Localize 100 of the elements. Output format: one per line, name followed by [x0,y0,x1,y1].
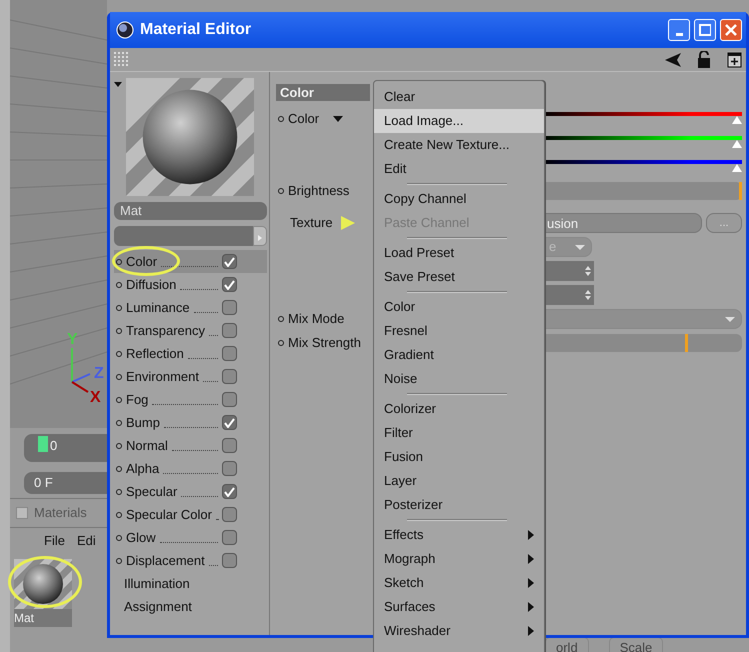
lock-icon[interactable] [697,51,711,68]
param-label: Mix Mode [288,310,344,328]
channel-item[interactable]: Transparency [114,319,267,342]
channel-item[interactable]: Environment [114,365,267,388]
axis-label: Y [67,331,78,348]
caret-icon [575,244,585,250]
menu-item[interactable]: Create New Texture... [374,133,544,157]
keyframe-bullet-icon[interactable] [116,512,122,518]
channel-item[interactable]: Specular [114,480,267,503]
axis-gizmo-icon [71,348,90,393]
frame-field[interactable]: 0 F [24,472,107,494]
channel-checkbox[interactable] [222,438,237,453]
maximize-button[interactable] [694,19,716,41]
channel-item[interactable]: Luminance [114,296,267,319]
channel-checkbox[interactable] [222,323,237,338]
panel-checkbox[interactable] [16,506,28,519]
menu-item[interactable]: Surfaces [374,595,544,619]
menu-item[interactable]: Noise [374,367,544,391]
keyframe-bullet-icon[interactable] [278,340,284,346]
playhead-marker[interactable] [38,436,48,452]
menu-item[interactable]: Edi [76,530,96,550]
channel-checkbox[interactable] [222,553,237,568]
channel-checkbox[interactable] [222,484,237,499]
keyframe-bullet-icon[interactable] [116,488,122,494]
menu-item[interactable]: Wireshader [374,619,544,643]
keyframe-bullet-icon[interactable] [116,350,122,356]
channel-checkbox[interactable] [222,346,237,361]
menu-item[interactable]: Fresnel [374,319,544,343]
keyframe-bullet-icon[interactable] [278,116,284,122]
slider-thumb[interactable] [732,116,742,124]
keyframe-bullet-icon[interactable] [278,316,284,322]
menu-item[interactable]: Fusion [374,445,544,469]
channel-item[interactable]: Reflection [114,342,267,365]
submenu-arrow-icon [528,602,534,612]
channel-item[interactable]: Bump [114,411,267,434]
timeline[interactable]: 0 [24,434,107,462]
channel-checkbox[interactable] [222,461,237,476]
back-arrow-icon[interactable] [665,52,681,66]
keyframe-bullet-icon[interactable] [116,328,122,334]
menu-item[interactable]: Effects [374,523,544,547]
menu-item[interactable]: Save Preset [374,265,544,289]
menu-item[interactable]: Gradient [374,343,544,367]
channel-checkbox[interactable] [222,254,237,269]
menu-item[interactable]: Posterizer [374,493,544,517]
channel-item[interactable]: Color [114,250,267,273]
channel-checkbox[interactable] [222,277,237,292]
channel-item[interactable]: Alpha [114,457,267,480]
keyframe-bullet-icon[interactable] [116,374,122,380]
keyframe-bullet-icon[interactable] [278,188,284,194]
close-button[interactable] [720,19,742,41]
keyframe-bullet-icon[interactable] [116,282,122,288]
channel-item[interactable]: Fog [114,388,267,411]
frame-number: 0 [50,437,58,455]
dropdown-arrow-icon [114,82,122,87]
menu-item[interactable]: Copy Channel [374,187,544,211]
keyframe-bullet-icon[interactable] [116,442,122,448]
channel-checkbox[interactable] [222,415,237,430]
param-label: Color [288,110,320,128]
menu-item[interactable]: Load Preset [374,241,544,265]
submenu-arrow-icon [528,578,534,588]
keyframe-bullet-icon[interactable] [116,558,122,564]
param-label: Mix Strength [288,334,361,352]
keyframe-bullet-icon[interactable] [116,420,122,426]
menu-item[interactable]: Colorizer [374,397,544,421]
menu-item[interactable]: Layer [374,469,544,493]
minimize-button[interactable] [668,19,690,41]
channel-checkbox[interactable] [222,369,237,384]
slider-thumb[interactable] [732,140,742,148]
menu-item[interactable]: File [44,530,65,550]
menu-item[interactable]: Load Image... [374,109,544,133]
channel-item[interactable]: Specular Color [114,503,267,526]
keyframe-bullet-icon[interactable] [116,258,122,264]
channel-item[interactable]: Illumination [114,572,267,595]
menu-item[interactable]: Edit [374,157,544,181]
caret-icon [725,316,735,322]
channel-item[interactable]: Assignment [114,595,267,618]
new-window-icon[interactable] [727,52,742,68]
keyframe-bullet-icon[interactable] [116,466,122,472]
menu-item[interactable]: Color [374,295,544,319]
channel-item[interactable]: Normal [114,434,267,457]
menu-item[interactable]: Filter [374,421,544,445]
material-name: Mat [14,610,36,627]
channel-item[interactable]: Diffusion [114,273,267,296]
slider-thumb[interactable] [732,164,742,172]
keyframe-bullet-icon[interactable] [116,534,122,540]
axis-label: Z [94,365,104,382]
channel-checkbox[interactable] [222,300,237,315]
expand-button[interactable] [253,226,267,246]
keyframe-bullet-icon[interactable] [116,396,122,402]
channel-checkbox[interactable] [222,392,237,407]
channel-checkbox[interactable] [222,507,237,522]
menu-item[interactable]: Sketch [374,571,544,595]
keyframe-bullet-icon[interactable] [116,304,122,310]
material-name-field[interactable]: Mat [114,202,267,220]
channel-item[interactable]: Displacement [114,549,267,572]
channel-item[interactable]: Glow [114,526,267,549]
material-thumbnail[interactable]: Mat [14,559,72,627]
channel-checkbox[interactable] [222,530,237,545]
menu-item[interactable]: Mograph [374,547,544,571]
menu-item[interactable]: Clear [374,85,544,109]
